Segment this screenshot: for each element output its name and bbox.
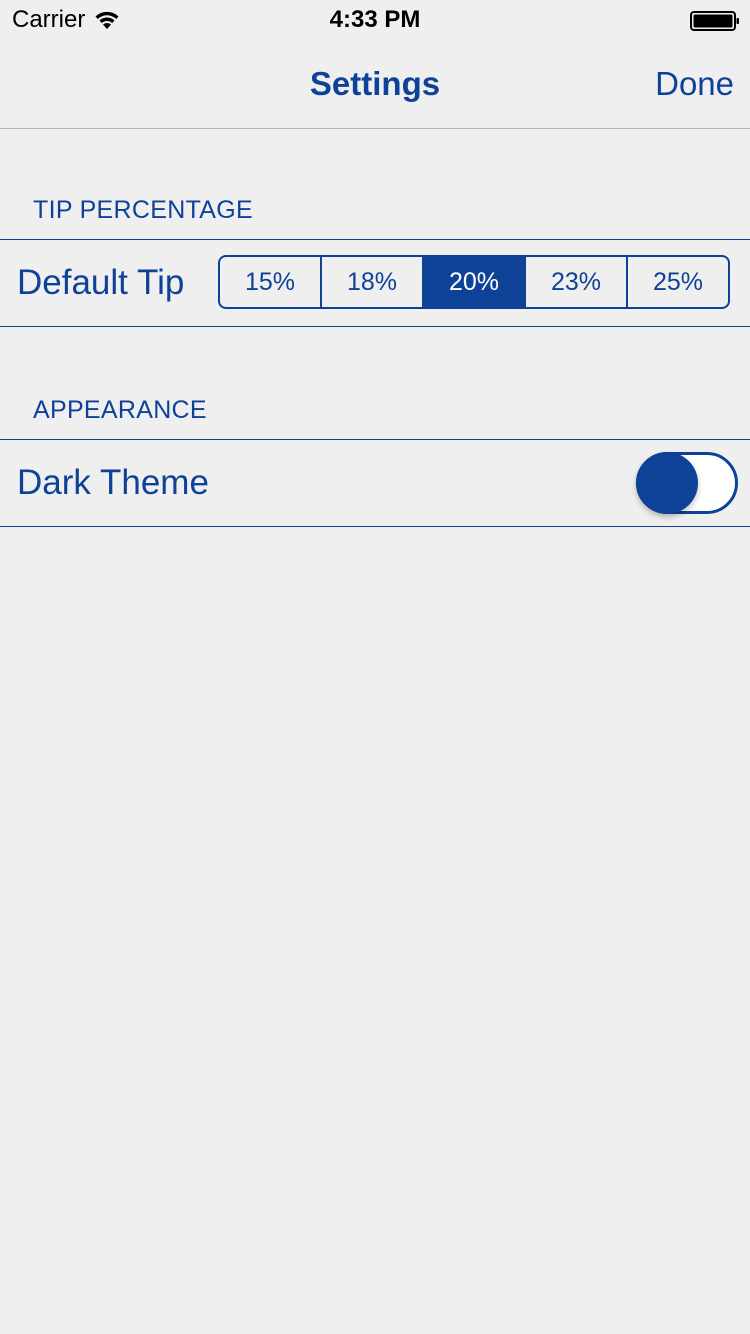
page-title: Settings	[309, 65, 441, 102]
tip-option-20[interactable]: 20%	[422, 257, 524, 307]
dark-theme-row: Dark Theme	[0, 439, 750, 527]
default-tip-label: Default Tip	[17, 263, 185, 302]
done-button[interactable]: Done	[655, 64, 734, 104]
navigation-bar: Settings Done	[0, 40, 750, 129]
tip-segmented-control: 15% 18% 20% 23% 25%	[218, 255, 730, 309]
dark-theme-label: Dark Theme	[17, 463, 209, 502]
default-tip-row: Default Tip 15% 18% 20% 23% 25%	[0, 239, 750, 327]
appearance-section-header: APPEARANCE	[33, 396, 207, 424]
tip-option-25[interactable]: 25%	[626, 257, 728, 307]
tip-option-18[interactable]: 18%	[320, 257, 422, 307]
status-time: 4:33 PM	[329, 6, 421, 33]
toggle-knob	[636, 452, 698, 514]
tip-option-15[interactable]: 15%	[220, 257, 320, 307]
battery-icon	[690, 11, 739, 31]
tip-option-23[interactable]: 23%	[524, 257, 626, 307]
dark-theme-toggle[interactable]	[636, 452, 738, 514]
status-bar: Carrier 4:33 PM	[0, 0, 750, 40]
tip-percentage-section-header: TIP PERCENTAGE	[33, 196, 253, 224]
